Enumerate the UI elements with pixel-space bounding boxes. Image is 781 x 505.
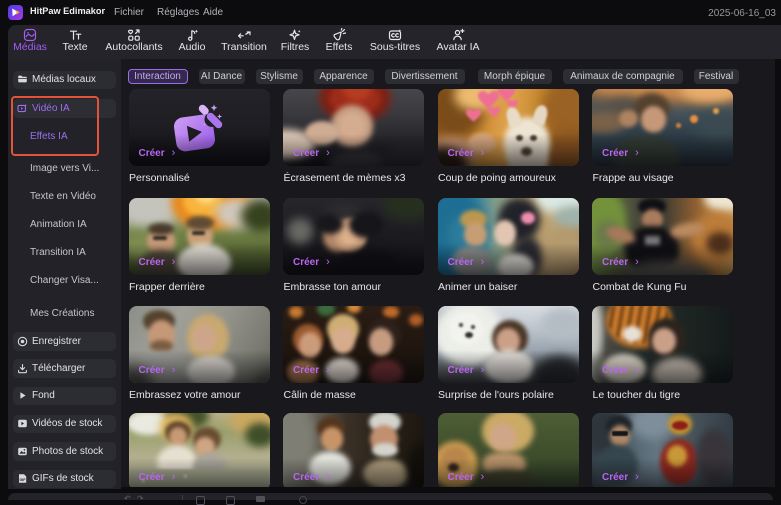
svg-text:GIF: GIF [20,478,27,482]
